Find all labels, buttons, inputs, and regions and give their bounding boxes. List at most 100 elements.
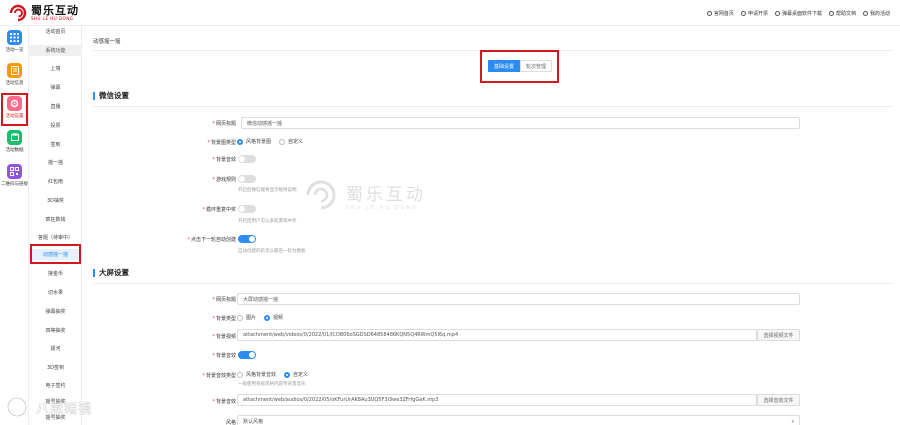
- radio-style-music[interactable]: 风格背景音效: [237, 371, 276, 378]
- sub-item-danmu[interactable]: 弹幕: [29, 82, 82, 93]
- database-icon: [7, 130, 22, 145]
- nav-home-label: 官网首页: [713, 10, 734, 17]
- radio-dot: [237, 138, 243, 145]
- tab-basic-settings[interactable]: 基础设置: [488, 60, 521, 72]
- rail-label: 活动数据: [5, 148, 24, 153]
- bg-music-type-radios: 风格背景音效 自定义: [237, 371, 316, 378]
- sub-item-count-money[interactable]: 疯狂数钱: [29, 214, 82, 225]
- allow-repeat-hint: 开启后用户可以多轮游戏中奖: [238, 219, 297, 224]
- nav-home[interactable]: 官网首页: [706, 10, 734, 17]
- label-bg-music-type: *背景音效类型: [202, 373, 236, 379]
- bg-music-file-input[interactable]: attachment/web/audios/0/2022/05/oKFurUrA…: [237, 394, 757, 406]
- section-title-wechat: 微信设置: [93, 92, 129, 100]
- sub-item-signin[interactable]: 签到: [29, 139, 82, 150]
- corner-watermark-text: 八戒猪镜: [36, 401, 93, 417]
- radio-dot: [264, 314, 271, 321]
- sub-item-fruit[interactable]: 切水果: [29, 287, 82, 298]
- sub-item-danmu-lottery[interactable]: 弹幕抽奖: [29, 306, 82, 317]
- divider: [93, 50, 893, 51]
- watermark-logo-icon: [306, 180, 336, 210]
- rail-item-qrcode[interactable]: 二维码与链接: [0, 162, 29, 192]
- sub-item-wall[interactable]: 上墙: [29, 63, 82, 74]
- radio-label: 图片: [246, 315, 257, 321]
- radio-label: 风格背景音效: [246, 372, 277, 378]
- wechat-bg-music-toggle[interactable]: [238, 155, 256, 163]
- invoice-icon: [740, 10, 746, 16]
- allow-repeat-toggle[interactable]: [238, 205, 256, 213]
- sub-item-activity-home[interactable]: 活动首页: [29, 26, 82, 37]
- brand-watermark: 蜀乐互动 SHU LE HU DONG: [302, 178, 426, 212]
- screen-page-title-input[interactable]: 大屏动感摇一摇: [237, 293, 800, 305]
- radio-label: 自定义: [288, 139, 304, 145]
- wechat-page-title-input[interactable]: 微信动感摇一摇: [241, 117, 800, 129]
- rail-label: 活动一览: [5, 48, 24, 53]
- choose-music-button[interactable]: 选择音效文件: [757, 394, 800, 406]
- screen-bg-music-toggle[interactable]: [238, 351, 256, 359]
- bg-video-input[interactable]: attachment/web/videos/0/2022/01/lCOB06oS…: [237, 329, 757, 341]
- sub-item-live[interactable]: 直播: [29, 101, 82, 112]
- brand-logo-icon: [9, 4, 27, 21]
- nav-download[interactable]: 弹幕桌面软件下载: [774, 10, 822, 17]
- radio-custom-bg[interactable]: 自定义: [279, 138, 303, 145]
- rail-item-activity-list[interactable]: 活动一览: [0, 28, 29, 58]
- tab-group: 基础设置 轮次管理: [488, 60, 553, 72]
- wechat-bg-type-radios: 风格背景图 自定义: [237, 138, 311, 145]
- game-rule-hint: 开启后微信端将显示规则说明: [238, 188, 297, 193]
- radio-image[interactable]: 图片: [237, 314, 256, 321]
- style-select[interactable]: 默认风格 ▾: [237, 415, 800, 425]
- brand-name-en: SHU LE HU DONG: [31, 15, 74, 21]
- home-icon: [706, 10, 712, 16]
- radio-custom-music[interactable]: 自定义: [284, 371, 308, 378]
- sub-item-tug[interactable]: 拔河: [29, 343, 82, 354]
- choose-video-button[interactable]: 选择视频文件: [757, 329, 800, 341]
- sub-item-shake[interactable]: 摇一摇: [29, 157, 82, 168]
- bg-music-type-hint: 一般使用系统风格内容带背景音乐: [238, 382, 306, 387]
- rail-item-activity-data[interactable]: 活动数据: [0, 128, 29, 158]
- game-rule-toggle[interactable]: [238, 175, 256, 183]
- watermark-text-en: SHU LE HU DONG: [346, 204, 419, 211]
- user-icon: [862, 10, 868, 16]
- sub-menu: 活动首页 系统功能 上墙 弹幕 直播 投票 签到 摇一摇 红包雨 3D抽奖 疯狂…: [29, 26, 82, 425]
- label-game-rule: *游戏规则: [212, 177, 236, 183]
- radio-video[interactable]: 视频: [264, 314, 283, 321]
- corner-watermark-logo-icon: [6, 396, 28, 418]
- radio-dot: [279, 138, 286, 145]
- auto-next-toggle[interactable]: [238, 235, 256, 243]
- sub-item-vote[interactable]: 投票: [29, 120, 82, 131]
- breadcrumb: 动感摇一摇: [93, 39, 121, 45]
- rail-item-activity-settings[interactable]: 活动设置: [0, 94, 29, 124]
- nav-invoice[interactable]: 申请开票: [740, 10, 768, 17]
- radio-label: 视频: [273, 315, 284, 321]
- sub-item-3d-signin[interactable]: 3D签到: [29, 362, 82, 373]
- help-icon: [828, 10, 834, 16]
- main-panel: 动感摇一摇 基础设置 轮次管理 微信设置 *网页标题 微信动感摇一摇 *背景图类…: [83, 26, 900, 425]
- radio-style-bg[interactable]: 风格背景图: [237, 138, 271, 145]
- label-allow-repeat: *循环重复中奖: [202, 207, 236, 213]
- divider: [93, 283, 893, 284]
- section-title-screen: 大屏设置: [93, 269, 129, 277]
- document-icon: [7, 63, 22, 78]
- brand-logo[interactable]: 蜀乐互动 SHU LE HU DONG: [8, 4, 79, 22]
- sub-item-redpacket[interactable]: 红包雨: [29, 176, 82, 187]
- sub-item-catch-coins[interactable]: 接金币: [29, 268, 82, 279]
- tab-round-management[interactable]: 轮次管理: [520, 60, 553, 72]
- gear-icon: [7, 96, 22, 111]
- sub-item-e-sign[interactable]: 电子签约: [29, 380, 82, 391]
- chevron-down-icon: ▾: [791, 419, 794, 425]
- nav-invoice-label: 申请开票: [747, 10, 768, 17]
- label-wechat-bg-music: *背景音效: [212, 157, 236, 163]
- rail-item-activity-info[interactable]: 活动信息: [0, 61, 29, 91]
- top-nav: 官网首页 申请开票 弹幕桌面软件下载 帮助文档 我的活动: [700, 0, 890, 26]
- nav-help[interactable]: 帮助文档: [828, 10, 856, 17]
- sub-group-system[interactable]: 系统功能: [29, 45, 82, 56]
- radio-dot: [237, 371, 243, 378]
- rail-label: 活动信息: [5, 81, 24, 86]
- nav-download-label: 弹幕桌面软件下载: [781, 10, 822, 17]
- sub-item-3d-lottery[interactable]: 3D抽奖: [29, 195, 82, 206]
- radio-label: 风格背景图: [246, 139, 272, 145]
- sub-item-dynamic-shake[interactable]: 动感摇一摇: [29, 249, 82, 260]
- nav-my-activity[interactable]: 我的活动: [862, 10, 890, 17]
- sub-item-quiz[interactable]: 答题（待审中）: [29, 232, 82, 243]
- top-bar: 蜀乐互动 SHU LE HU DONG 官网首页 申请开票 弹幕桌面软件下载 帮…: [0, 0, 900, 26]
- sub-item-four-lottery[interactable]: 四等抽奖: [29, 325, 82, 336]
